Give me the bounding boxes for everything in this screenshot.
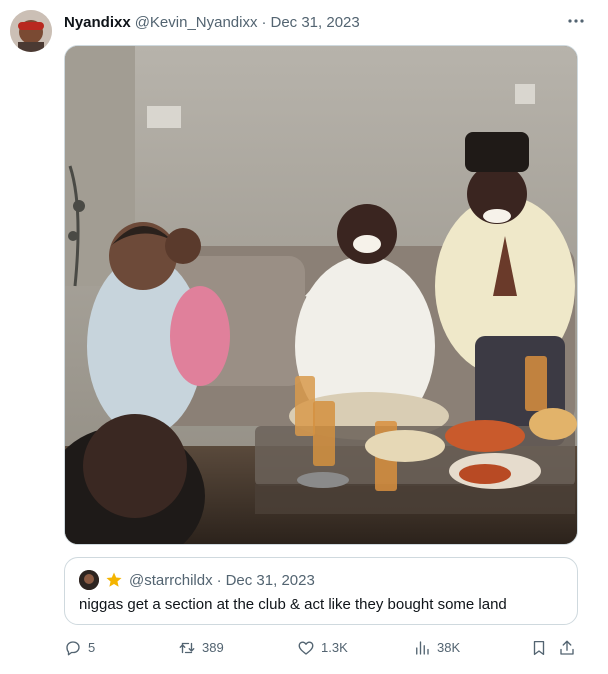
tweet-photo[interactable]	[64, 45, 578, 545]
reply-icon	[66, 641, 80, 656]
quoted-user-handle: @starrchildx	[129, 571, 213, 589]
quoted-user-avatar	[79, 570, 99, 590]
like-button[interactable]: 1.3K	[297, 639, 348, 657]
separator-dot: ·	[261, 13, 267, 31]
retweet-button[interactable]: 389	[178, 639, 224, 657]
tweet-header: Nyandixx @Kevin_Nyandixx · Dec 31, 2023	[64, 11, 588, 33]
display-name[interactable]: Nyandixx	[64, 14, 131, 31]
reply-button[interactable]: 5	[64, 639, 95, 657]
like-count: 1.3K	[321, 640, 348, 655]
photo-image	[65, 46, 577, 544]
retweet-count: 389	[202, 640, 224, 655]
quoted-tweet-header: @starrchildx · Dec 31, 2023	[79, 570, 315, 590]
star-badge-icon	[105, 571, 123, 589]
avatar-image	[10, 10, 52, 52]
user-avatar[interactable]	[10, 10, 52, 52]
heart-icon	[298, 641, 314, 655]
analytics-icon	[416, 641, 429, 655]
tweet-actions: 5 389 1.3K 38K	[64, 636, 578, 662]
share-icon	[560, 640, 574, 655]
share-button[interactable]	[558, 639, 582, 657]
views-button[interactable]: 38K	[413, 639, 460, 657]
more-horizontal-icon[interactable]	[564, 9, 588, 33]
quoted-tweet-text: niggas get a section at the club & act l…	[79, 596, 507, 613]
bookmark-button[interactable]	[530, 639, 554, 657]
quoted-tweet[interactable]: @starrchildx · Dec 31, 2023 niggas get a…	[64, 557, 578, 625]
reply-count: 5	[88, 640, 96, 655]
tweet-date[interactable]: Dec 31, 2023	[271, 14, 360, 31]
view-count: 38K	[437, 640, 461, 655]
user-handle[interactable]: @Kevin_Nyandixx	[135, 14, 258, 31]
separator-dot: ·	[216, 571, 222, 589]
bookmark-icon	[533, 640, 545, 656]
tweet[interactable]: Nyandixx @Kevin_Nyandixx · Dec 31, 2023	[0, 0, 608, 674]
retweet-icon	[179, 642, 195, 654]
quoted-tweet-date: Dec 31, 2023	[225, 571, 315, 589]
